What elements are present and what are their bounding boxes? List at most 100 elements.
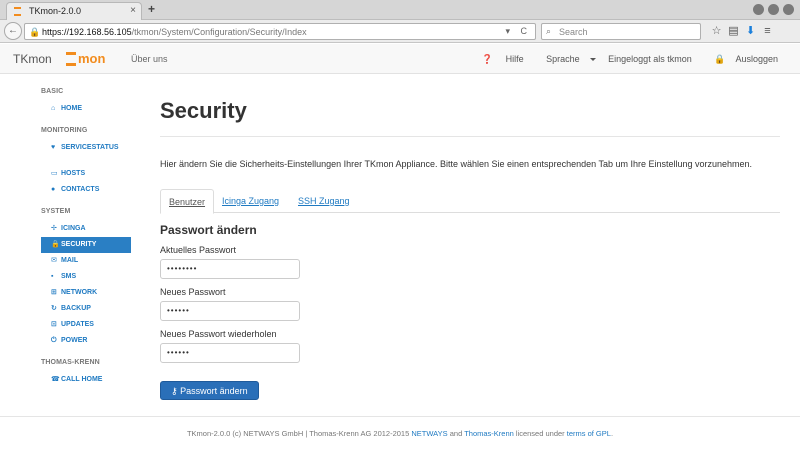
language-label: Sprache [546,54,580,64]
search-bar[interactable]: ⌕ Search [541,23,701,40]
power-icon: ⏻ [51,337,57,344]
help-link[interactable]: ❓ Hilfe [472,54,524,64]
about-link[interactable]: Über uns [131,54,168,64]
tab-icinga-zugang[interactable]: Icinga Zugang [214,189,287,213]
change-password-label: Passwort ändern [180,386,248,396]
title-divider [160,136,780,137]
url-buttons[interactable]: ▾ C [505,26,531,37]
sidebar-item-call-home[interactable]: ☎CALL HOME [41,372,131,388]
footer-text: and [447,429,465,438]
sidebar-section-monitoring: MONITORING [41,127,88,134]
window-controls [749,4,794,17]
browser-tab[interactable]: TKmon-2.0.0 × [6,2,142,20]
logo-text: mon [78,51,106,66]
icinga-icon: ✢ [51,225,57,232]
logout-link[interactable]: 🔒 Ausloggen [704,54,778,64]
sidebar-item-label: BACKUP [61,305,91,312]
help-icon: ❓ [481,54,494,64]
sidebar: BASIC ⌂ HOME MONITORING ♥ SERVICESTATUS ▭ H… [41,88,131,388]
page-title: Security [160,98,247,123]
tab-title: TKmon-2.0.0 [29,6,82,16]
back-button[interactable]: ← [4,22,22,40]
sidebar-item-backup[interactable]: ↻ BACKUP [41,301,131,317]
close-window-icon[interactable] [783,4,794,15]
change-password-button[interactable]: ⚷ Passwort ändern [160,381,259,400]
updates-icon: ⊡ [51,321,57,328]
language-dropdown[interactable]: Sprache [536,54,596,64]
envelope-icon: ✉ [51,257,57,264]
search-icon: ⌕ [546,26,552,36]
sidebar-item-home[interactable]: ⌂ HOME [41,101,131,117]
sidebar-item-power[interactable]: ⏻ POWER [41,333,131,349]
user-icon: ● [51,186,56,193]
footer: TKmon-2.0.0 (c) NETWAYS GmbH | Thomas-Kr… [0,416,800,453]
logged-in-label: Eingeloggt als tkmon [608,54,692,64]
current-password-field[interactable]: •••••••• [160,259,300,279]
lock-icon: 🔒 [51,241,60,248]
bookmark-star-icon[interactable]: ☆ [708,24,725,37]
url-path: /tkmon/System/Configuration/Security/Ind… [131,27,307,37]
sidebar-item-servicestatus[interactable]: ♥ SERVICESTATUS [41,140,131,156]
heart-icon: ♥ [51,144,56,151]
download-icon[interactable]: ⬇ [742,24,759,37]
toolbar-icons: ☆ ▤ ⬇ ≡ [708,24,776,37]
sidebar-item-label: UPDATES [61,321,94,328]
sidebar-section-thomas-krenn: THOMAS-KRENN [41,359,100,366]
help-label: Hilfe [505,54,524,64]
sidebar-item-label: MAIL [61,257,79,264]
sidebar-item-label: SMS [61,273,77,280]
sidebar-item-hosts[interactable]: ▭ HOSTS [41,166,131,182]
security-tabs: Benutzer Icinga Zugang SSH Zugang [160,189,780,214]
sidebar-item-sms[interactable]: ▪ SMS [41,269,131,285]
repeat-password-label: Neues Passwort wiederholen [160,329,277,339]
main-content: Security Hier ändern Sie die Sicherheits… [160,88,780,400]
form-title: Passwort ändern [160,223,257,237]
sidebar-item-label: NETWORK [61,289,98,296]
tab-ssh-zugang[interactable]: SSH Zugang [290,189,358,213]
intro-text: Hier ändern Sie die Sicherheits-Einstell… [160,159,753,169]
sidebar-item-label: SECURITY [61,241,97,248]
lock-icon: 🔒 [29,27,41,37]
sidebar-item-label: SERVICESTATUS [61,144,119,151]
message-icon: ▪ [51,273,54,280]
sidebar-item-label: HOME [61,105,82,112]
url-bar[interactable]: 🔒 https://192.168.56.105/tkmon/System/Co… [24,23,536,40]
tab-benutzer[interactable]: Benutzer [160,189,215,214]
header-right-nav: ❓ Hilfe Sprache Eingeloggt als tkmon 🔒 Au… [462,54,778,65]
network-icon: ⊞ [51,289,57,296]
app-header: TKmon mon Über uns ❓ Hilfe Sprache Einge… [0,44,800,74]
browser-titlebar: TKmon-2.0.0 × + [0,0,800,20]
netways-link[interactable]: NETWAYS [411,429,447,438]
menu-icon[interactable]: ≡ [759,25,776,37]
monitor-icon: ▭ [51,170,58,177]
sidebar-item-network[interactable]: ⊞ NETWORK [41,285,131,301]
refresh-icon: ↻ [51,305,57,312]
sidebar-item-contacts[interactable]: ● CONTACTS [41,182,131,198]
brand-name[interactable]: TKmon [13,52,52,66]
sidebar-section-basic: BASIC [41,88,64,95]
search-placeholder: Search [559,27,588,37]
sidebar-item-security[interactable]: 🔒SECURITY [41,237,131,253]
minimize-icon[interactable] [753,4,764,15]
current-password-label: Aktuelles Passwort [160,245,237,255]
sidebar-item-mail[interactable]: ✉ MAIL [41,253,131,269]
new-password-label: Neues Passwort [160,287,226,297]
sidebar-item-updates[interactable]: ⊡ UPDATES [41,317,131,333]
new-tab-button[interactable]: + [148,2,155,16]
tkmon-logo[interactable]: mon [66,51,110,66]
new-password-field[interactable]: •••••• [160,301,300,321]
home-icon: ⌂ [51,105,56,112]
repeat-password-field[interactable]: •••••• [160,343,300,363]
phone-icon: ☎ [51,376,60,383]
gpl-link[interactable]: terms of GPL [567,429,611,438]
lock-icon: 🔒 [714,54,726,64]
sidebar-item-icinga[interactable]: ✢ ICINGA [41,221,131,237]
reading-list-icon[interactable]: ▤ [725,24,742,37]
sidebar-item-label: CALL HOME [61,376,103,383]
logout-label: Ausloggen [735,54,778,64]
thomas-krenn-link[interactable]: Thomas-Krenn [464,429,514,438]
sidebar-item-label: CONTACTS [61,186,100,193]
maximize-icon[interactable] [768,4,779,15]
tkmon-favicon-icon [14,7,21,16]
tab-close-icon[interactable]: × [130,5,136,16]
